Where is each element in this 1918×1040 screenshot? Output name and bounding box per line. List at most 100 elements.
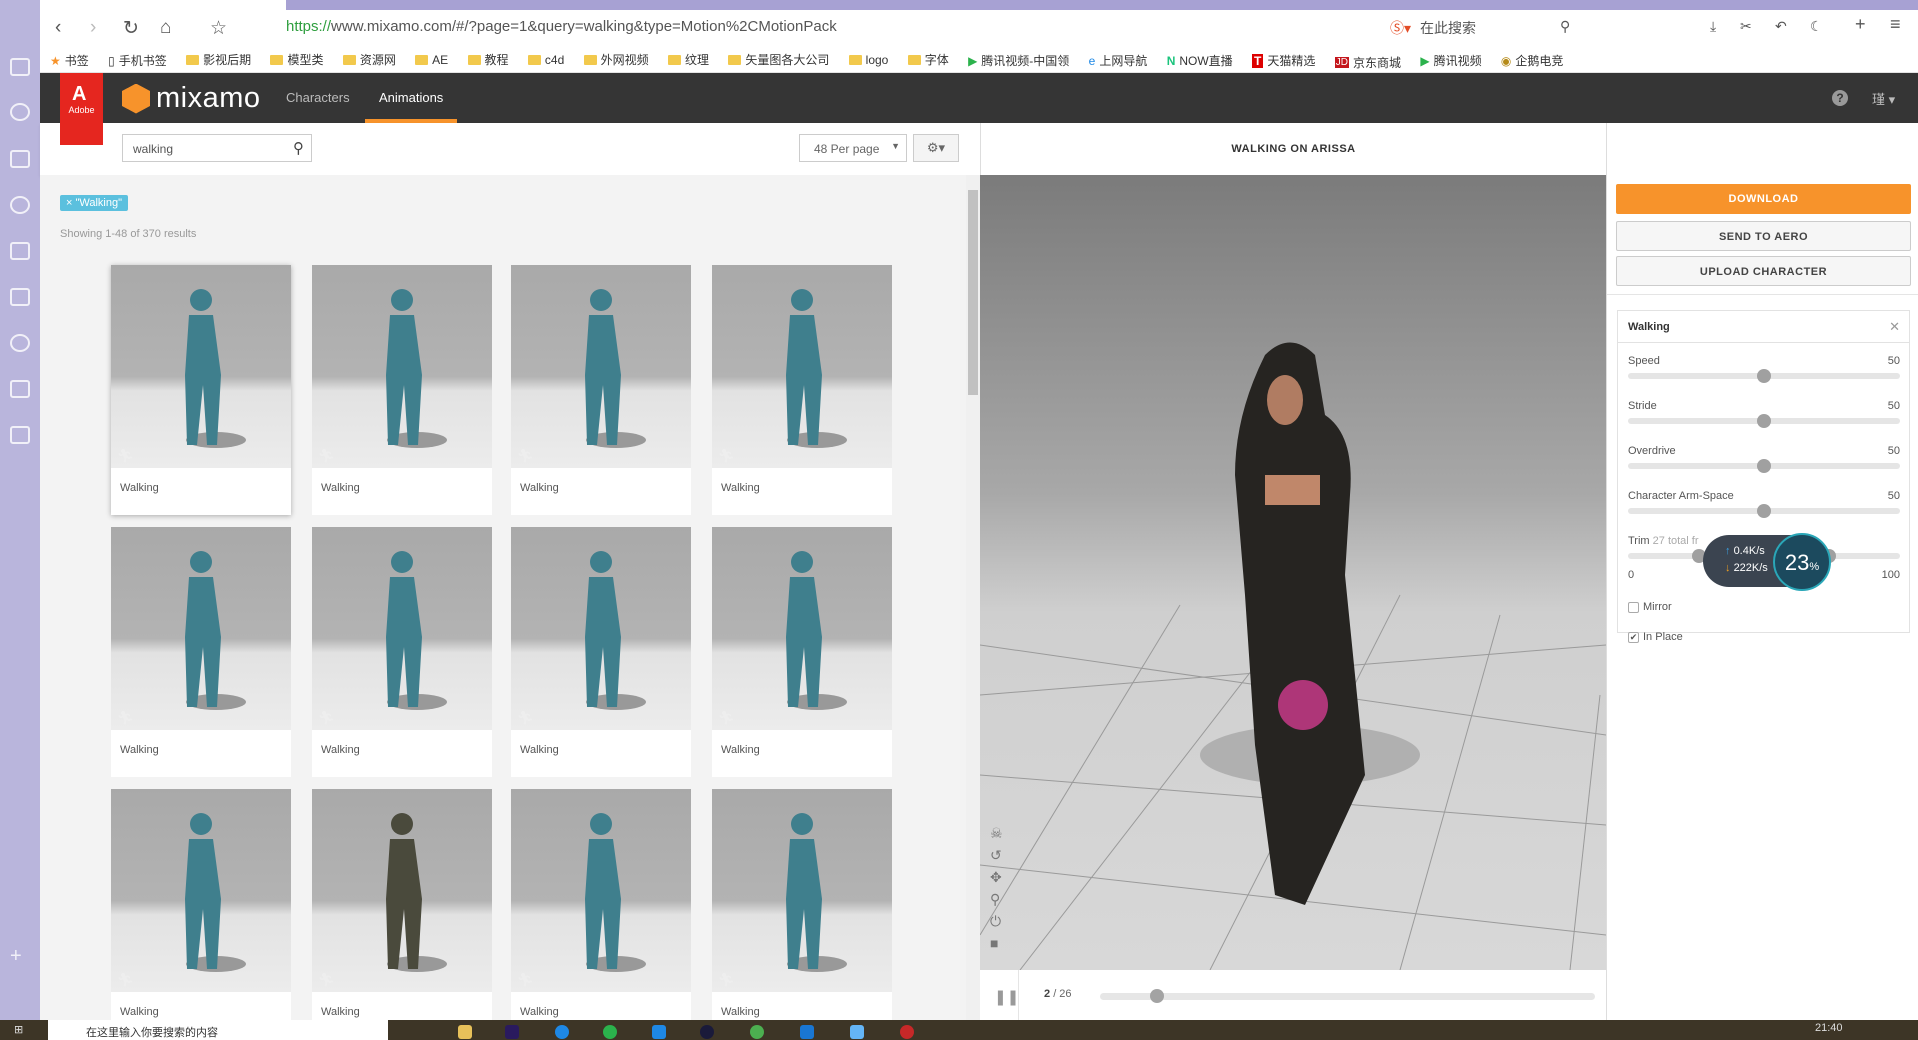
per-page-select[interactable]: 48 Per page ▼ <box>799 134 907 162</box>
help-icon[interactable]: ? <box>1832 90 1848 106</box>
animation-card[interactable]: 🏃︎ Walking <box>712 789 892 1020</box>
animation-card[interactable]: 🏃︎ Walking <box>511 265 691 515</box>
reset-view-icon[interactable]: ↺ <box>990 847 1003 864</box>
news-icon[interactable] <box>10 58 30 76</box>
download-icon[interactable]: ⤓ <box>1710 18 1716 35</box>
settings-dropdown[interactable]: ⚙▾ <box>913 134 959 162</box>
arm-space-slider[interactable]: Character Arm-Space 50 <box>1628 490 1900 518</box>
search-engine-field[interactable]: 在此搜索 <box>1420 18 1476 38</box>
animation-card[interactable]: 🏃︎ Walking <box>111 265 291 515</box>
bookmark-folder[interactable]: 矢量图各大公司 <box>728 51 829 68</box>
windows-start-icon[interactable]: ⊞ <box>14 1023 23 1036</box>
night-mode-icon[interactable]: ☾ <box>1810 18 1823 35</box>
speed-slider[interactable]: Speed 50 <box>1628 355 1900 383</box>
chat-icon[interactable] <box>10 334 30 352</box>
forward-icon[interactable]: › <box>90 17 96 39</box>
close-icon[interactable]: ✕ <box>1889 319 1900 335</box>
filter-chip[interactable]: × "Walking" <box>60 195 129 211</box>
bookmark-folder[interactable]: 字体 <box>907 51 949 68</box>
search-icon[interactable]: ⚲ <box>293 139 304 157</box>
animation-card[interactable]: 🏃︎ Walking <box>712 527 892 777</box>
bookmark-folder[interactable]: 影视后期 <box>186 51 251 68</box>
bookmark-folder[interactable]: 外网视频 <box>583 51 649 68</box>
3d-viewport[interactable]: ☠ ↺ ✥ ⚲ ⏻ ■ <box>980 175 1606 970</box>
animation-card[interactable]: 🏃︎ Walking <box>511 527 691 777</box>
file-explorer-icon[interactable] <box>458 1025 472 1039</box>
new-tab-icon[interactable]: + <box>1855 14 1866 35</box>
overdrive-slider[interactable]: Overdrive 50 <box>1628 445 1900 473</box>
video-icon[interactable] <box>10 242 30 260</box>
checkbox-checked-icon[interactable]: ✔ <box>1628 631 1639 643</box>
animation-card[interactable]: 🏃︎ Walking <box>111 789 291 1020</box>
tab-characters[interactable]: Characters <box>286 73 350 123</box>
power-icon[interactable]: ⏻ <box>990 913 1003 930</box>
app-icon[interactable] <box>652 1025 666 1039</box>
animation-card[interactable]: 🏃︎ Walking <box>312 527 492 777</box>
timeline-slider[interactable] <box>1100 989 1595 1003</box>
active-tab[interactable] <box>40 0 286 10</box>
slider-handle[interactable] <box>1757 369 1771 383</box>
animation-card[interactable]: 🏃︎ Walking <box>511 789 691 1020</box>
pause-icon[interactable]: ❚❚ <box>994 988 1019 1006</box>
animation-card[interactable]: 🏃︎ Walking <box>312 789 492 1020</box>
url-field[interactable]: https://www.mixamo.com/#/?page=1&query=w… <box>286 18 837 35</box>
slider-handle[interactable] <box>1757 504 1771 518</box>
search-input[interactable]: walking ⚲ <box>122 134 312 162</box>
wechat-icon[interactable] <box>603 1025 617 1039</box>
mirror-checkbox[interactable]: Mirror <box>1628 601 1672 613</box>
bookmark-item[interactable]: JD 京东商城 <box>1334 54 1401 71</box>
bookmark-folder[interactable]: 模型类 <box>270 51 323 68</box>
bookmark-folder[interactable]: AE <box>415 53 448 67</box>
book-icon[interactable] <box>10 150 30 168</box>
send-to-aero-button[interactable]: SEND TO AERO <box>1616 221 1911 251</box>
cart-icon[interactable] <box>10 380 30 398</box>
bookmark-folder[interactable]: logo <box>848 53 888 67</box>
add-icon[interactable]: + <box>10 946 30 966</box>
animation-card[interactable]: 🏃︎ Walking <box>312 265 492 515</box>
star-icon[interactable] <box>10 103 30 121</box>
bookmark-item[interactable]: ★ 书签 <box>50 52 89 69</box>
browser-icon[interactable] <box>555 1025 569 1039</box>
bookmark-folder[interactable]: 教程 <box>467 51 509 68</box>
animation-card[interactable]: 🏃︎ Walking <box>111 527 291 777</box>
in-place-checkbox[interactable]: ✔ In Place <box>1628 631 1683 643</box>
search-icon[interactable]: ⚲ <box>1560 18 1570 35</box>
app-icon[interactable] <box>850 1025 864 1039</box>
tab-animations[interactable]: Animations <box>365 73 458 123</box>
bookmark-folder[interactable]: 资源网 <box>342 51 396 68</box>
slider-handle[interactable] <box>1757 414 1771 428</box>
undo-icon[interactable]: ↶ <box>1775 18 1787 35</box>
bookmark-item[interactable]: ▶ 腾讯视频 <box>1420 52 1481 69</box>
bookmark-item[interactable]: ▶ 腾讯视频-中国领 <box>968 52 1069 69</box>
network-speed-widget[interactable]: ↑ 0.4K/s ↓ 222K/s 23% <box>1703 533 1831 591</box>
skeleton-icon[interactable]: ☠ <box>990 825 1003 842</box>
bookmark-item[interactable]: N NOW直播 <box>1167 52 1233 69</box>
bookmark-item[interactable]: ◉ 企鹅电竞 <box>1501 52 1564 69</box>
animation-card[interactable]: 🏃︎ Walking <box>712 265 892 515</box>
app-icon[interactable] <box>900 1025 914 1039</box>
scrollbar[interactable] <box>966 175 980 1020</box>
after-effects-icon[interactable] <box>505 1025 519 1039</box>
bookmark-folder[interactable]: c4d <box>527 53 564 67</box>
search-engine-icon[interactable]: Ⓢ▾ <box>1390 18 1411 38</box>
app-icon[interactable] <box>800 1025 814 1039</box>
bookmark-star-icon[interactable]: ☆ <box>210 17 227 40</box>
pan-icon[interactable]: ✥ <box>990 869 1003 886</box>
bookmark-item[interactable]: ▯ 手机书签 <box>108 52 167 69</box>
taskbar-search[interactable]: 在这里输入你要搜索的内容 <box>48 1020 388 1040</box>
search-icon[interactable] <box>10 196 30 214</box>
download-button[interactable]: DOWNLOAD <box>1616 184 1911 214</box>
bookmark-folder[interactable]: 纹理 <box>667 51 709 68</box>
camera-icon[interactable]: ■ <box>990 935 1003 951</box>
reload-icon[interactable]: ↻ <box>123 17 139 40</box>
menu-icon[interactable]: ≡ <box>1890 14 1901 35</box>
game-icon[interactable] <box>10 288 30 306</box>
mixamo-logo[interactable]: mixamo <box>122 82 261 115</box>
notes-icon[interactable] <box>10 426 30 444</box>
zoom-icon[interactable]: ⚲ <box>990 891 1003 908</box>
timeline-handle[interactable] <box>1149 989 1164 1003</box>
stride-slider[interactable]: Stride 50 <box>1628 400 1900 428</box>
app-icon[interactable] <box>750 1025 764 1039</box>
slider-handle[interactable] <box>1757 459 1771 473</box>
checkbox-icon[interactable] <box>1628 601 1639 613</box>
